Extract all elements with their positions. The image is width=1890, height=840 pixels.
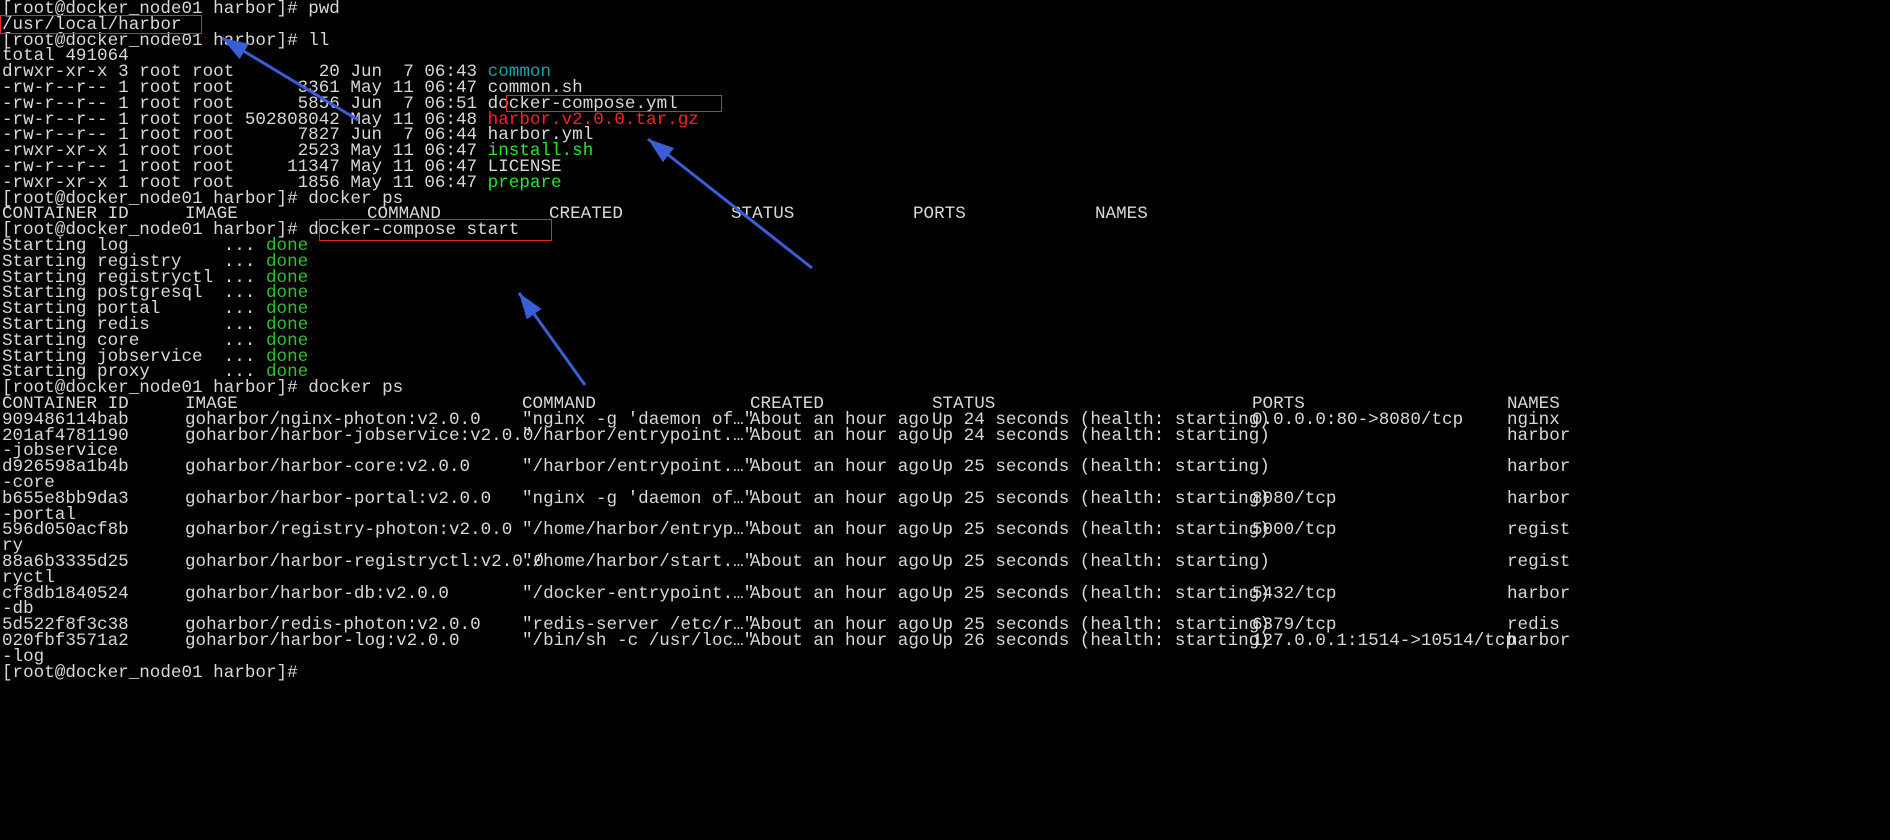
arrow-to-pwd [221, 36, 359, 122]
annotation-arrows [221, 36, 813, 386]
terminal-window[interactable]: [root@docker_node01 harbor]# pwd/usr/loc… [0, 0, 1890, 840]
arrow-to-compose-file [647, 137, 813, 270]
arrow-to-compose-start [517, 292, 587, 386]
